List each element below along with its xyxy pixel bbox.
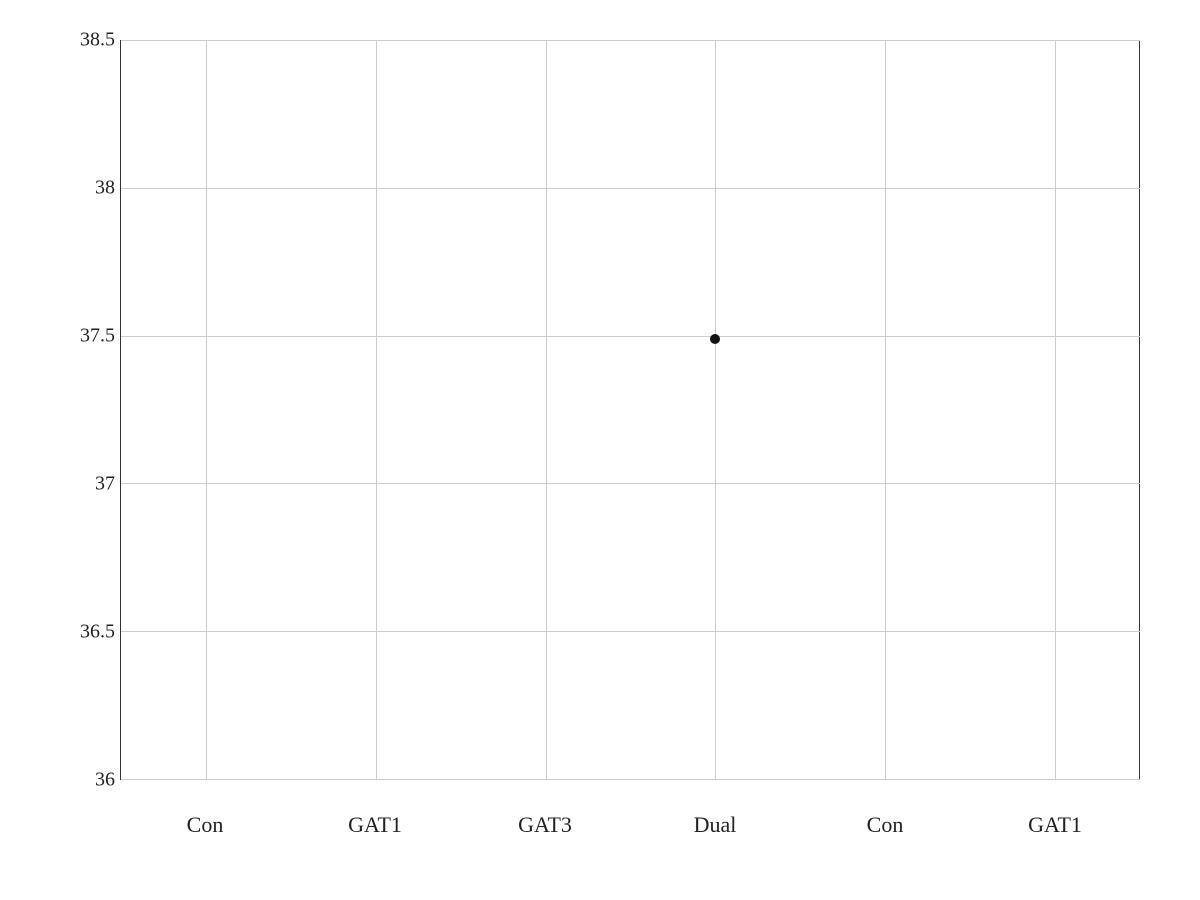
- grid-line-horizontal: [121, 779, 1140, 780]
- x-tick-label: GAT3: [460, 812, 630, 838]
- x-tick-label: Con: [800, 812, 970, 838]
- y-tick-label: 36: [50, 769, 115, 792]
- grid-line-vertical: [376, 40, 377, 779]
- grid-line-horizontal: [121, 188, 1140, 189]
- grid-line-vertical: [546, 40, 547, 779]
- chart-container: 3636.53737.53838.5 ConGAT1GAT3DualConGAT…: [0, 0, 1200, 900]
- x-axis-labels: ConGAT1GAT3DualConGAT1: [120, 805, 1140, 845]
- grid-line-vertical: [885, 40, 886, 779]
- grid-line-horizontal: [121, 631, 1140, 632]
- grid-line-vertical: [1055, 40, 1056, 779]
- x-tick-label: GAT1: [290, 812, 460, 838]
- grid-line-horizontal: [121, 40, 1140, 41]
- y-tick-label: 37.5: [50, 325, 115, 348]
- y-tick-label: 36.5: [50, 621, 115, 644]
- y-tick-label: 37: [50, 473, 115, 496]
- x-tick-label: Dual: [630, 812, 800, 838]
- y-tick-label: 38: [50, 177, 115, 200]
- x-tick-label: Con: [120, 812, 290, 838]
- grid-line-vertical: [206, 40, 207, 779]
- grid-line-vertical: [715, 40, 716, 779]
- data-point: [710, 334, 720, 344]
- y-tick-label: 38.5: [50, 29, 115, 52]
- grid-line-horizontal: [121, 336, 1140, 337]
- grid-line-horizontal: [121, 483, 1140, 484]
- chart-plot-area: [120, 40, 1140, 780]
- x-tick-label: GAT1: [970, 812, 1140, 838]
